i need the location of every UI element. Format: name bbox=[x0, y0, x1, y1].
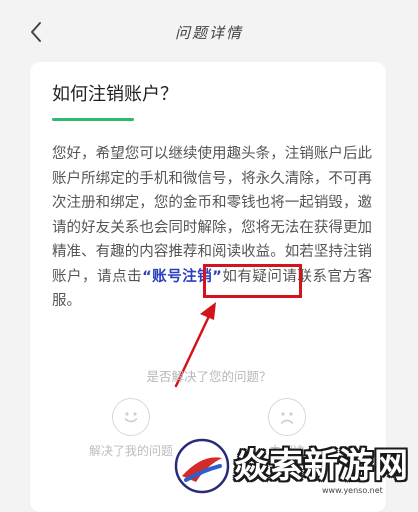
feedback-solved-button[interactable]: 解决了我的问题 bbox=[76, 398, 186, 459]
feedback-question: 是否解决了您的问题？ bbox=[146, 369, 272, 384]
title-underline bbox=[52, 118, 134, 121]
smile-icon bbox=[112, 398, 150, 436]
question-title: 如何注销账户？ bbox=[52, 84, 178, 105]
account-cancel-link[interactable]: “账号注销” bbox=[142, 269, 222, 285]
feedback-unsolved-label: 未解决 bbox=[268, 444, 305, 458]
answer-text: 您好，希望您可以继续使用趣头条，注销账户后此账户所绑定的手机和微信号，将永久清除… bbox=[52, 142, 372, 314]
page-title: 问题详情 bbox=[174, 24, 243, 42]
feedback-solved-label: 解决了我的问题 bbox=[88, 444, 173, 458]
answer-body: 您好，希望您可以继续使用趣头条，注销账户后此账户所绑定的手机和微信号，将永久清除… bbox=[52, 146, 372, 285]
status-bar bbox=[0, 0, 418, 10]
feedback-unsolved-button[interactable]: 未解决 bbox=[232, 398, 342, 459]
nav-bar: 问题详情 bbox=[0, 10, 418, 54]
sad-face-icon bbox=[268, 398, 306, 436]
